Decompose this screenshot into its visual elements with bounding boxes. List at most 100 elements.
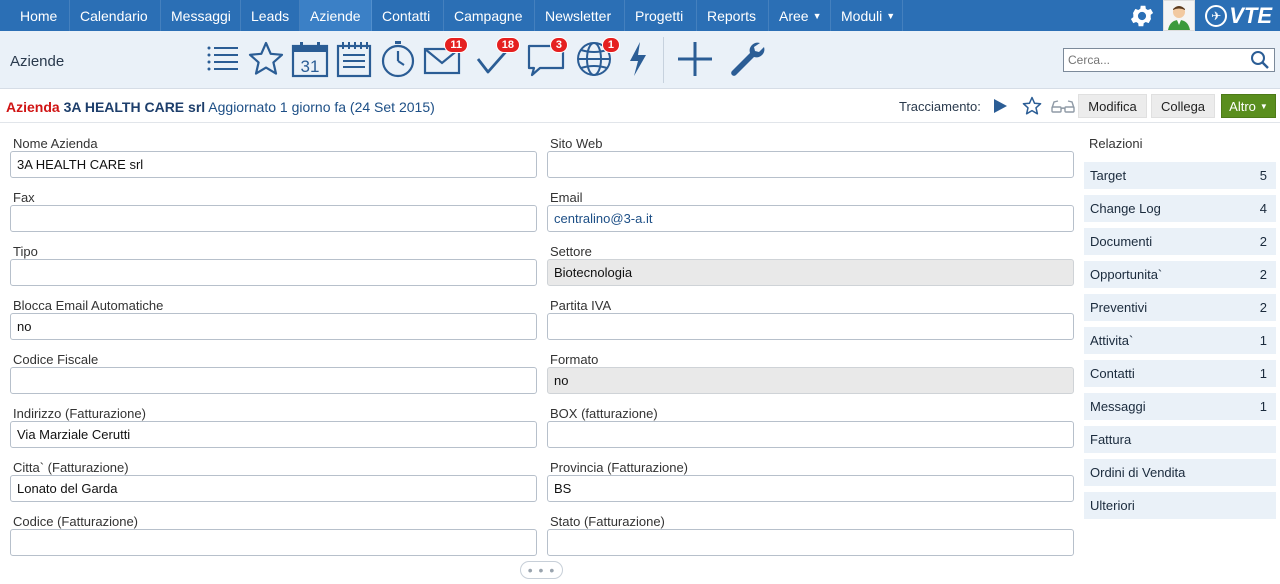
record-title: Azienda 3A HEALTH CARE srl Aggiornato 1 … [6, 99, 435, 115]
avatar[interactable] [1163, 0, 1196, 31]
field-blocca-email[interactable]: no [10, 313, 537, 340]
nav-label: Aziende [310, 7, 361, 24]
star-favorites-icon[interactable] [246, 39, 286, 79]
field-label-fax: Fax [13, 190, 35, 205]
field-nome-azienda[interactable]: 3A HEALTH CARE srl [10, 151, 537, 178]
search-icon[interactable] [1250, 50, 1270, 70]
field-stato[interactable] [547, 529, 1074, 556]
notes-icon[interactable] [334, 39, 374, 79]
show-more-handle[interactable]: • • • [520, 561, 563, 579]
record-header: Azienda 3A HEALTH CARE srl Aggiornato 1 … [0, 89, 1280, 123]
caret-down-icon: ▼ [886, 10, 896, 21]
field-provincia[interactable]: BS [547, 475, 1074, 502]
related-item-attivita[interactable]: Attivita` 1 [1084, 327, 1276, 354]
plus-add-icon[interactable] [675, 39, 715, 79]
field-formato[interactable]: no [547, 367, 1074, 394]
field-label-provincia: Provincia (Fatturazione) [550, 460, 688, 475]
nav-aziende[interactable]: Aziende [300, 0, 372, 31]
gear-icon[interactable] [1127, 0, 1157, 31]
glasses-icon[interactable] [1051, 98, 1075, 114]
tasks-check-icon[interactable]: 18 [474, 37, 520, 79]
related-item-opportunita[interactable]: Opportunita` 2 [1084, 261, 1276, 288]
play-icon[interactable] [992, 98, 1008, 114]
nav-label: Newsletter [545, 7, 612, 24]
field-label-codice: Codice (Fatturazione) [13, 514, 138, 529]
nav-contatti[interactable]: Contatti [372, 0, 444, 31]
related-item-documenti[interactable]: Documenti 2 [1084, 228, 1276, 255]
field-indirizzo[interactable]: Via Marziale Cerutti [10, 421, 537, 448]
related-item-label: Documenti [1090, 234, 1153, 249]
logo-text: VTE [1229, 2, 1272, 28]
field-email[interactable]: centralino@3-a.it [547, 205, 1074, 232]
top-navigation: Home Calendario Messaggi Leads Aziende C… [0, 0, 1280, 31]
field-settore[interactable]: Biotecnologia [547, 259, 1074, 286]
module-title: Aziende [10, 53, 65, 70]
field-citta[interactable]: Lonato del Garda [10, 475, 537, 502]
star-icon[interactable] [1022, 96, 1042, 116]
related-item-fattura[interactable]: Fattura [1084, 426, 1276, 453]
chat-icon[interactable]: 3 [526, 37, 568, 79]
search-box [1063, 48, 1275, 72]
logo-ring-icon: ✈ [1205, 4, 1228, 27]
related-item-label: Opportunita` [1090, 267, 1163, 282]
related-item-preventivi[interactable]: Preventivi 2 [1084, 294, 1276, 321]
altro-button[interactable]: Altro ▼ [1221, 94, 1276, 118]
toolbar-divider [663, 37, 664, 83]
wrench-tools-icon[interactable] [727, 39, 767, 79]
nav-leads[interactable]: Leads [241, 0, 300, 31]
related-item-messaggi[interactable]: Messaggi 1 [1084, 393, 1276, 420]
related-item-contatti[interactable]: Contatti 1 [1084, 360, 1276, 387]
related-item-count: 1 [1259, 399, 1267, 414]
field-box[interactable] [547, 421, 1074, 448]
related-item-ordini-vendita[interactable]: Ordini di Vendita [1084, 459, 1276, 486]
field-fax[interactable] [10, 205, 537, 232]
nav-reports[interactable]: Reports [697, 0, 769, 31]
timer-icon[interactable] [378, 39, 418, 79]
related-item-label: Attivita` [1090, 333, 1134, 348]
related-item-count: 4 [1259, 201, 1267, 216]
nav-campagne[interactable]: Campagne [444, 0, 535, 31]
altro-label: Altro [1229, 98, 1256, 114]
related-item-label: Ulteriori [1090, 498, 1135, 513]
related-item-count: 5 [1259, 168, 1267, 183]
nav-newsletter[interactable]: Newsletter [535, 0, 625, 31]
list-icon[interactable] [202, 39, 242, 79]
collega-button[interactable]: Collega [1151, 94, 1215, 118]
nav-moduli[interactable]: Moduli ▼ [831, 0, 903, 31]
nav-label: Campagne [454, 7, 523, 24]
modifica-button[interactable]: Modifica [1078, 94, 1147, 118]
related-item-change-log[interactable]: Change Log 4 [1084, 195, 1276, 222]
field-label-partita-iva: Partita IVA [550, 298, 612, 313]
related-item-target[interactable]: Target 5 [1084, 162, 1276, 189]
nav-aree[interactable]: Aree ▼ [769, 0, 831, 31]
nav-label: Calendario [80, 7, 148, 24]
calendar-icon[interactable]: 31 [290, 39, 330, 79]
email-icon[interactable]: 11 [422, 37, 468, 79]
field-label-codice-fiscale: Codice Fiscale [13, 352, 99, 367]
field-label-blocca-email: Blocca Email Automatiche [13, 298, 164, 313]
nav-progetti[interactable]: Progetti [625, 0, 697, 31]
lightning-icon[interactable] [618, 39, 658, 79]
nav-right-group: ✈ VTE [1127, 0, 1280, 31]
nav-home[interactable]: Home [0, 0, 70, 31]
nav-messaggi[interactable]: Messaggi [161, 0, 241, 31]
nav-label: Contatti [382, 7, 431, 24]
field-codice-fiscale[interactable] [10, 367, 537, 394]
field-partita-iva[interactable] [547, 313, 1074, 340]
field-label-tipo: Tipo [13, 244, 38, 259]
field-codice[interactable] [10, 529, 537, 556]
related-title: Relazioni [1089, 136, 1143, 151]
caret-down-icon: ▼ [812, 10, 822, 21]
field-sito-web[interactable] [547, 151, 1074, 178]
tracking-label: Tracciamento: [899, 99, 981, 114]
field-tipo[interactable] [10, 259, 537, 286]
globe-icon[interactable]: 1 [574, 37, 620, 79]
nav-label: Reports [707, 7, 757, 24]
field-label-box: BOX (fatturazione) [550, 406, 658, 421]
search-input[interactable] [1064, 50, 1244, 70]
related-item-label: Change Log [1090, 201, 1161, 216]
field-label-citta: Citta` (Fatturazione) [13, 460, 129, 475]
related-item-ulteriori[interactable]: Ulteriori [1084, 492, 1276, 519]
nav-calendario[interactable]: Calendario [70, 0, 161, 31]
nav-label: Progetti [635, 7, 684, 24]
